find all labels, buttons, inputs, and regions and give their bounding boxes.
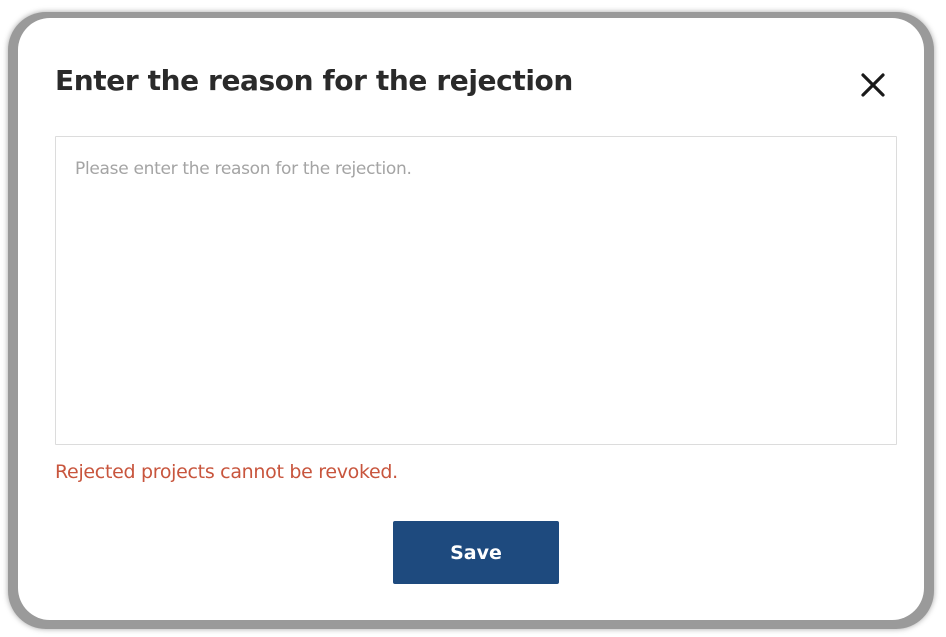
rejection-reason-dialog: Enter the reason for the rejection Rejec… xyxy=(18,18,924,620)
irreversible-warning-text: Rejected projects cannot be revoked. xyxy=(55,461,398,483)
close-button[interactable] xyxy=(856,68,890,102)
rejection-reason-input[interactable] xyxy=(55,136,897,445)
close-icon xyxy=(861,73,885,97)
dialog-title: Enter the reason for the rejection xyxy=(55,64,573,97)
save-button[interactable]: Save xyxy=(393,521,559,584)
